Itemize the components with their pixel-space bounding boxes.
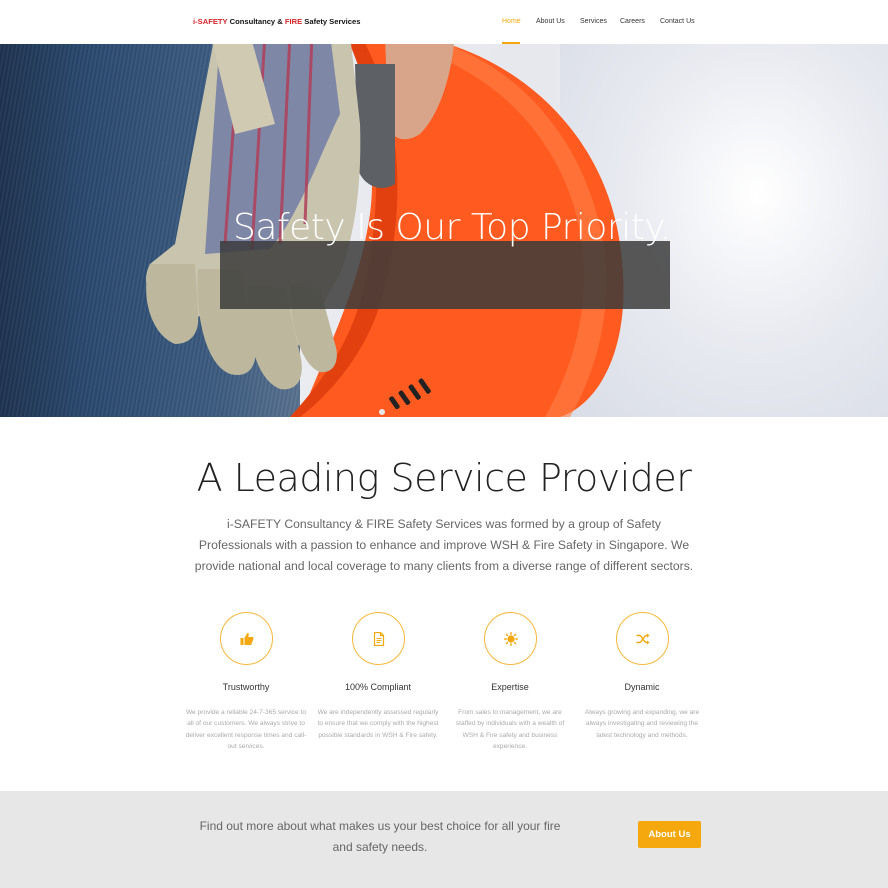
nav-home[interactable]: Home	[502, 18, 521, 25]
about-us-button[interactable]: About Us	[638, 821, 701, 848]
sun-icon	[504, 632, 518, 646]
section-title: A Leading Service Provider	[196, 456, 692, 500]
feature-icon-circle	[220, 612, 273, 665]
hero-headline: Safety Is Our Top Priority.	[233, 207, 671, 248]
logo-brand: i-SAFETY	[193, 17, 228, 26]
logo-text-suffix: Safety Services	[302, 17, 361, 26]
section-intro-text: i-SAFETY Consultancy & FIRE Safety Servi…	[194, 517, 694, 573]
nav-about-us[interactable]: About Us	[536, 18, 565, 25]
feature-description: We provide a reliable 24-7-365 service t…	[185, 709, 307, 751]
feature-description: We are independently assessed regularly …	[317, 709, 439, 739]
feature-icon-circle	[352, 612, 405, 665]
site-logo[interactable]: i-SAFETY Consultancy & FIRE Safety Servi…	[193, 17, 360, 26]
cta-text: Find out more about what makes us your b…	[199, 819, 561, 854]
nav-contact-us[interactable]: Contact Us	[660, 18, 695, 25]
feature-icon-circle	[484, 612, 537, 665]
thumbs-up-icon	[240, 632, 254, 645]
feature-title: Dynamic	[624, 682, 660, 692]
feature-description: Always growing and expanding, we are alw…	[584, 709, 700, 739]
feature-description: From sales to management, we are staffed…	[455, 709, 565, 751]
hero-banner	[220, 241, 670, 309]
feature-title: Expertise	[491, 682, 529, 692]
logo-fire: FIRE	[284, 17, 303, 26]
logo-text-middle: Consultancy &	[227, 17, 285, 26]
site-header: i-SAFETY Consultancy & FIRE Safety Servi…	[0, 0, 888, 44]
nav-careers[interactable]: Careers	[620, 18, 645, 25]
document-icon	[373, 632, 385, 646]
feature-icon-circle	[616, 612, 669, 665]
feature-title: Trustworthy	[222, 682, 270, 692]
feature-title: 100% Compliant	[344, 682, 412, 692]
shuffle-icon	[636, 633, 650, 645]
nav-services[interactable]: Services	[580, 18, 607, 25]
